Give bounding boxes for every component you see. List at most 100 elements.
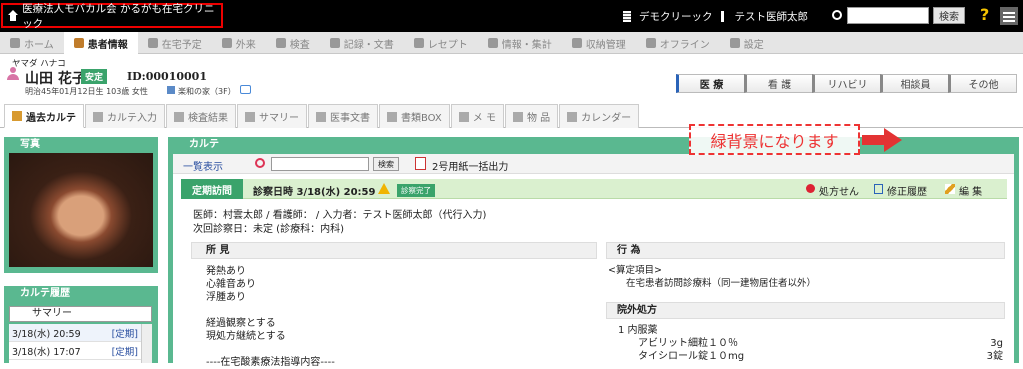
nav-receipt[interactable]: レセプト [404, 32, 478, 54]
karte-history-title: カルテ履歴 [20, 288, 70, 299]
tab-memo[interactable]: メ モ [450, 104, 504, 128]
pdf-export-button[interactable]: 2号用紙一括出力 [432, 158, 508, 173]
history-type: [定期] [111, 346, 138, 358]
nav-label: 収納管理 [585, 39, 626, 51]
tab-past-karte[interactable]: 過去カルテ [4, 104, 84, 128]
chart-icon [487, 38, 498, 48]
tab-calendar[interactable]: カレンダー [559, 104, 640, 128]
menu-icon[interactable] [1000, 7, 1018, 25]
karte-search-button[interactable]: 検索 [373, 157, 399, 171]
search-icon [255, 158, 265, 168]
patient-name: 山田 花子 [25, 71, 86, 87]
supplies-icon [512, 111, 523, 122]
facility-name[interactable]: デモクリーック [639, 9, 713, 24]
dept-tab-other[interactable]: その他 [948, 74, 1017, 93]
rx-item: アビリット細粒１０％ 3g [618, 337, 1003, 350]
help-icon[interactable]: ? [980, 5, 989, 24]
tab-label: 医事文書 [330, 113, 370, 124]
user-name[interactable]: テスト医師太郎 [735, 9, 809, 24]
warning-icon [378, 183, 390, 194]
karte-search-input[interactable] [271, 157, 369, 171]
tab-medical-docs[interactable]: 医事文書 [308, 104, 378, 128]
patient-id: ID:00010001 [127, 70, 207, 83]
dept-tab-rehab[interactable]: リハビリ [812, 74, 881, 93]
nav-home-schedule[interactable]: 在宅予定 [138, 32, 212, 54]
nav-stats[interactable]: 情報・集計 [478, 32, 562, 54]
clock-icon [147, 38, 158, 48]
staff-line: 医師：村雲太郎 / 看護師： / 入力者：テスト医師太郎（代行入力) [193, 210, 487, 221]
history-row[interactable]: 3/18(水) 20:59 [定期] [9, 324, 152, 342]
revision-history-button[interactable]: 修正履歴 [887, 183, 927, 198]
main-nav: ホーム 患者情報 在宅予定 外来 検査 記録・文書 レセプト 情報・集計 収納管… [0, 32, 1023, 54]
home-icon [7, 10, 19, 21]
findings-heading: 所 見 [191, 242, 597, 259]
document-icon [316, 111, 326, 122]
wallet-icon [571, 38, 582, 48]
patient-icon [73, 38, 84, 48]
tab-karte-input[interactable]: カルテ入力 [85, 104, 165, 128]
rx-qty: 3g [990, 338, 1003, 349]
nav-label: オフライン [659, 39, 710, 51]
nav-exam[interactable]: 検査 [266, 32, 320, 54]
history-date: 3/18(水) 20:59 [12, 328, 81, 340]
nav-offline[interactable]: オフライン [636, 32, 720, 54]
patient-birth: 明治45年01月12日生 103歳 女性 [25, 87, 148, 96]
prescription-list: 1 内服薬 アビリット細粒１０％ 3g タイシロール錠１０mg 3錠 [618, 324, 1003, 363]
nav-label: ホーム [24, 39, 54, 51]
rx-item: タイシロール錠１０mg 3錠 [618, 350, 1003, 363]
chart-icon [174, 111, 184, 122]
outside-rx-heading: 院外処方 [606, 302, 1005, 319]
patient-room: 楽和の家（3F） [178, 87, 236, 96]
tab-label: カレンダー [581, 113, 632, 124]
nav-patient-info[interactable]: 患者情報 [63, 32, 138, 54]
nav-outpatient[interactable]: 外来 [212, 32, 266, 54]
global-search-button[interactable]: 検索 [933, 7, 965, 24]
tab-label: 書類BOX [401, 113, 442, 124]
nav-label: レセプト [427, 39, 468, 51]
nav-payment[interactable]: 収納管理 [562, 32, 636, 54]
dept-tab-medical[interactable]: 医 療 [676, 74, 745, 93]
dept-tab-counselor[interactable]: 相談員 [880, 74, 949, 93]
tab-supplies[interactable]: 物 品 [504, 104, 559, 128]
edit-button[interactable]: 編 集 [959, 183, 982, 198]
clinic-home-link[interactable]: 医療法人モバカル会 かるがも在宅クリニック [1, 3, 223, 30]
nav-label: 記録・文書 [343, 39, 394, 51]
photo-panel-title: 写真 [20, 139, 40, 150]
summary-button[interactable]: サマリー [9, 306, 152, 322]
box-icon [387, 111, 397, 122]
nav-records[interactable]: 記録・文書 [320, 32, 404, 54]
prescription-button[interactable]: 処方せん [819, 183, 859, 198]
action-item: 在宅患者訪問診療料（同一建物居住者以外） [626, 278, 817, 289]
nav-settings[interactable]: 設定 [720, 32, 774, 54]
tab-doc-box[interactable]: 書類BOX [379, 104, 450, 128]
status-badge: 診察完了 [397, 184, 435, 197]
dept-tab-nursing[interactable]: 看 護 [744, 74, 813, 93]
pdf-icon [415, 157, 426, 170]
list-view-button[interactable]: 一覧表示 [183, 158, 223, 173]
staff-info: 医師：村雲太郎 / 看護師： / 入力者：テスト医師太郎（代行入力) 次回診察日… [193, 209, 486, 237]
annotation-callout: 緑背景になります [689, 124, 860, 155]
folder-icon [12, 111, 22, 121]
list-icon [245, 111, 255, 122]
patient-photo [9, 153, 153, 267]
history-scrollbar[interactable] [141, 324, 152, 363]
tab-label: 検査結果 [188, 113, 228, 124]
prescription-icon [806, 184, 815, 193]
actions-heading: 行 為 [606, 242, 1005, 259]
chat-icon[interactable] [240, 85, 251, 94]
global-search-input[interactable] [847, 7, 929, 24]
next-visit: 次回診察日：未定 (診療科：内科) [193, 224, 344, 235]
history-type: [定期] [111, 328, 138, 340]
tab-summary[interactable]: サマリー [237, 104, 307, 128]
history-row[interactable]: 3/18(水) 17:07 [定期] [9, 342, 152, 360]
building-icon [221, 38, 232, 48]
visit-header: 定期訪問 診察日時 3/18(水) 20:59 診察完了 処方せん 修正履歴 編… [181, 179, 1007, 199]
facility-icon [167, 86, 175, 94]
image-icon [275, 38, 286, 48]
search-icon [832, 10, 842, 20]
pencil-icon [458, 111, 469, 122]
building-icon [623, 11, 631, 22]
nav-home[interactable]: ホーム [0, 32, 64, 54]
tab-test-results[interactable]: 検査結果 [166, 104, 236, 128]
action-head: <算定項目> [608, 265, 662, 276]
